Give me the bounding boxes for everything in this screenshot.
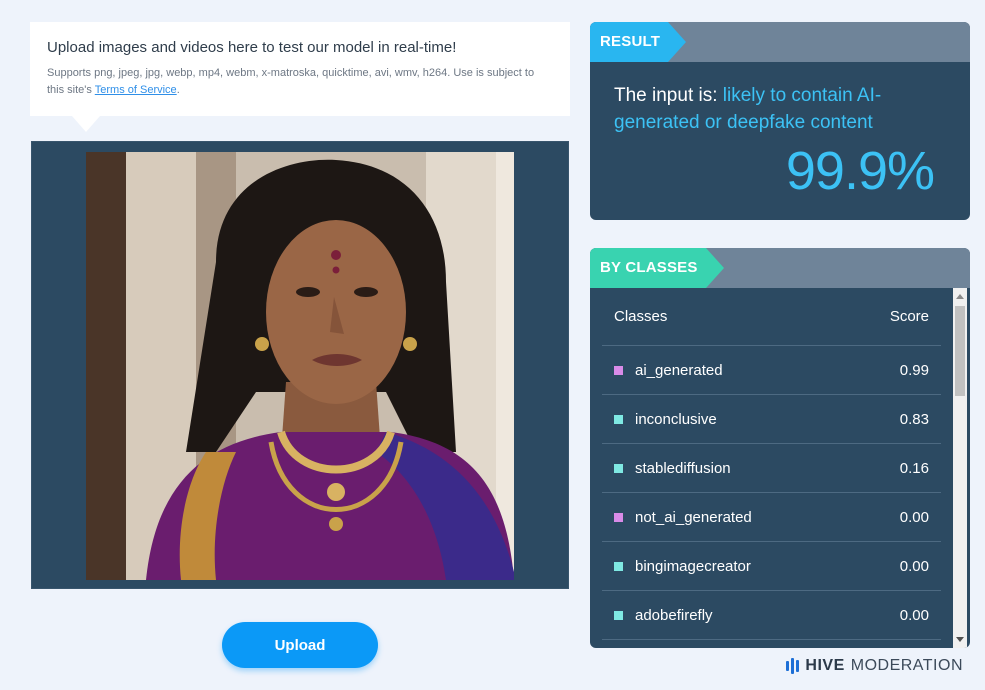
scroll-up-arrow-icon[interactable]	[956, 294, 964, 299]
class-color-swatch	[614, 365, 623, 375]
class-row: ai_generated 0.99	[602, 346, 941, 395]
result-tag: RESULT	[590, 22, 687, 62]
terms-of-service-link[interactable]: Terms of Service	[95, 84, 177, 96]
class-row: stablediffusion 0.16	[602, 444, 941, 493]
class-color-swatch	[614, 512, 623, 522]
class-score: 0.00	[899, 508, 929, 526]
upload-info-card: Upload images and videos here to test ou…	[30, 22, 570, 132]
class-row: not_ai_generated 0.00	[602, 493, 941, 542]
class-color-swatch	[614, 414, 623, 424]
class-row: inconclusive 0.83	[602, 395, 941, 444]
hive-moderation-logo: HIVE MODERATION	[786, 656, 963, 676]
scrollbar-thumb[interactable]	[955, 306, 965, 396]
classes-table-rows: ai_generated 0.99 inconclusive 0.83 stabledi…	[602, 346, 941, 640]
class-name: ai_generated	[635, 361, 723, 379]
class-color-swatch	[614, 463, 623, 473]
classes-scroll-area[interactable]: Classes Score ai_generated 0.99 inconclusi…	[590, 288, 970, 648]
result-panel: RESULT The input is: likely to contain A…	[590, 22, 970, 220]
class-row: adobefirefly 0.00	[602, 591, 941, 640]
class-name: not_ai_generated	[635, 508, 752, 526]
class-score: 0.83	[899, 410, 929, 428]
result-panel-header: RESULT	[590, 22, 970, 62]
classes-column-header: Classes	[614, 308, 668, 325]
classes-table-header: Classes Score	[602, 288, 941, 346]
class-name: bingimagecreator	[635, 557, 751, 575]
scroll-down-arrow-icon[interactable]	[956, 637, 964, 642]
class-color-swatch	[614, 561, 623, 571]
score-column-header: Score	[889, 308, 929, 325]
class-score: 0.16	[899, 459, 929, 477]
brand-suffix: MODERATION	[850, 657, 963, 674]
by-classes-panel-header: BY CLASSES	[590, 248, 970, 288]
class-color-swatch	[614, 610, 623, 620]
result-body: The input is: likely to contain AI-gener…	[590, 62, 970, 220]
upload-button[interactable]: Upload	[222, 622, 378, 668]
by-classes-panel: BY CLASSES Classes Score ai_generated 0.9…	[590, 248, 970, 648]
class-score: 0.00	[899, 557, 929, 575]
media-preview-frame	[31, 141, 569, 589]
class-name: stablediffusion	[635, 459, 731, 477]
terms-suffix: .	[176, 84, 180, 96]
result-statement: The input is: likely to contain AI-gener…	[614, 82, 946, 136]
portrait-illustration	[86, 152, 514, 580]
classes-scrollbar[interactable]	[953, 288, 967, 648]
class-row: bingimagecreator 0.00	[602, 542, 941, 591]
uploaded-image-preview	[86, 152, 514, 580]
class-score: 0.00	[899, 606, 929, 624]
upload-info-title: Upload images and videos here to test ou…	[47, 39, 457, 56]
classes-table: Classes Score ai_generated 0.99 inconclusi…	[602, 288, 941, 640]
class-name: adobefirefly	[635, 606, 713, 624]
upload-info-subtitle: Supports png, jpeg, jpg, webp, mp4, webm…	[47, 65, 553, 99]
result-prefix: The input is:	[614, 85, 718, 106]
by-classes-tag: BY CLASSES	[590, 248, 724, 288]
hive-logo-icon	[786, 658, 800, 674]
brand-name: HIVE	[805, 657, 845, 674]
result-score: 99.9%	[785, 141, 935, 201]
class-name: inconclusive	[635, 410, 717, 428]
class-score: 0.99	[899, 361, 929, 379]
